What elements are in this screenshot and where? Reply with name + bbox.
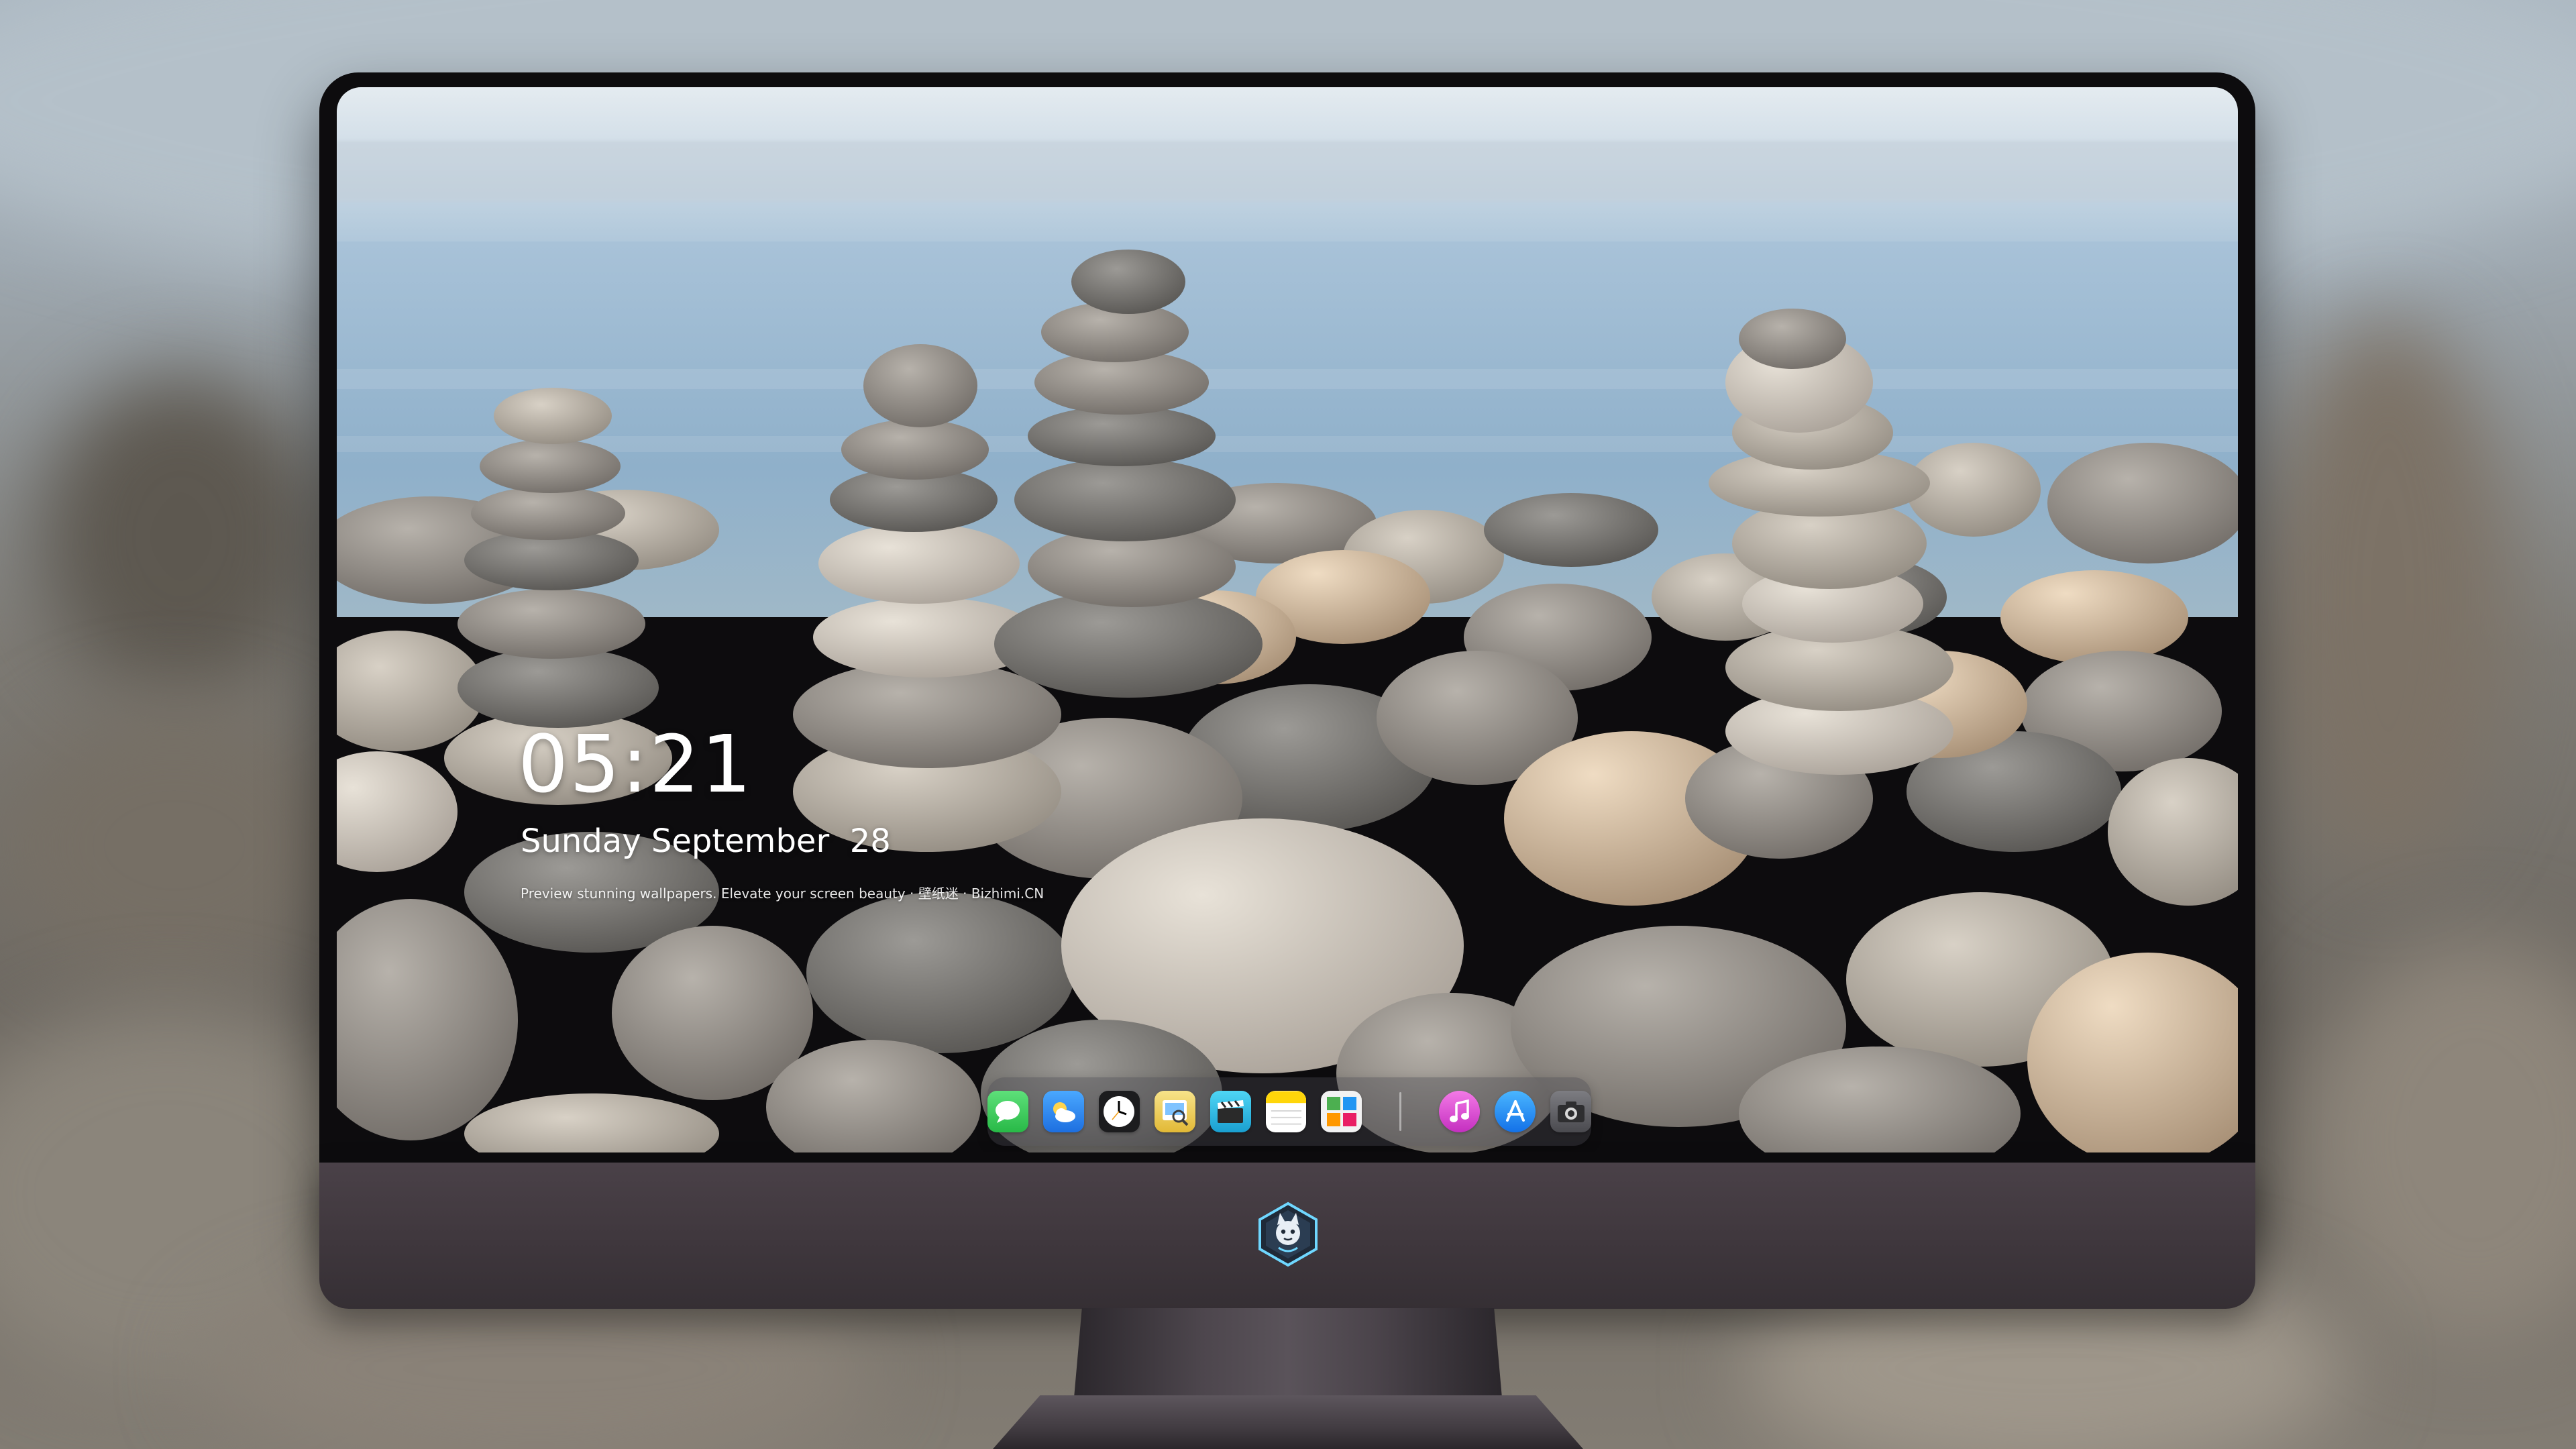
desktop-screen: 05:21 Sunday September 28 Preview stunni… [337,87,2238,1152]
music-note-icon[interactable] [1439,1091,1481,1132]
clock-icon[interactable] [1098,1091,1140,1132]
preview-icon[interactable] [1154,1091,1195,1132]
dock-separator [1399,1092,1402,1131]
weather-icon[interactable] [1042,1091,1084,1132]
monitor-stand-base [993,1395,1583,1449]
clapperboard-icon[interactable] [1210,1091,1251,1132]
app-dock [987,1077,1592,1146]
notes-icon[interactable] [1265,1091,1307,1132]
app-store-icon[interactable] [1495,1091,1536,1132]
wallpaper-stacked-stones [337,87,2238,1152]
photo-grid-icon[interactable] [1321,1091,1362,1132]
lock-clock-date: Sunday September 28 [521,822,891,860]
monitor-stand [1073,1308,1503,1405]
brand-logo [1254,1201,1322,1268]
camera-icon[interactable] [1550,1091,1592,1132]
wallpaper-caption: Preview stunning wallpapers. Elevate you… [521,885,1044,902]
messages-icon[interactable] [987,1091,1028,1132]
lock-clock-time: 05:21 [518,718,753,810]
